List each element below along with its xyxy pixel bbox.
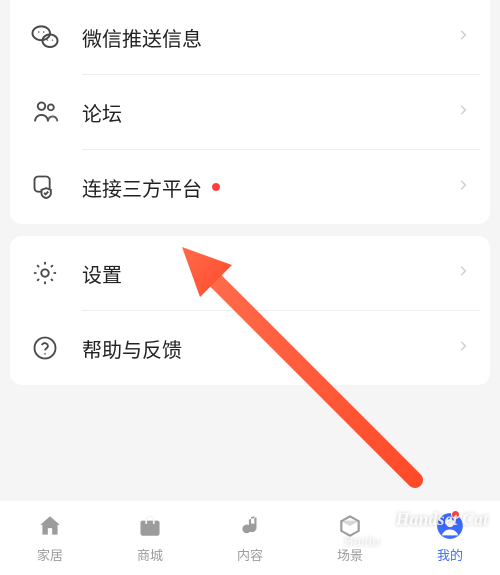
forum-icon bbox=[30, 97, 60, 127]
link-shield-icon bbox=[30, 172, 60, 202]
row-label: 论坛 bbox=[82, 98, 456, 127]
wechat-icon bbox=[30, 22, 60, 52]
tab-label: 场景 bbox=[337, 545, 363, 564]
row-label: 微信推送信息 bbox=[82, 23, 456, 52]
gear-icon bbox=[30, 258, 60, 288]
house-icon bbox=[36, 512, 64, 540]
row-settings[interactable]: 设置 bbox=[10, 236, 490, 310]
row-label: 连接三方平台 bbox=[82, 173, 202, 202]
row-help-feedback[interactable]: 帮助与反馈 bbox=[10, 311, 490, 385]
chevron-right-icon bbox=[456, 103, 470, 122]
row-label: 帮助与反馈 bbox=[82, 334, 456, 363]
chevron-right-icon bbox=[456, 339, 470, 358]
tab-store[interactable]: 商城 bbox=[136, 512, 164, 564]
row-wechat-push[interactable]: 微信推送信息 bbox=[10, 0, 490, 74]
chevron-right-icon bbox=[456, 28, 470, 47]
tab-home[interactable]: 家居 bbox=[36, 512, 64, 564]
chevron-right-icon bbox=[456, 264, 470, 283]
tab-label: 商城 bbox=[137, 545, 163, 564]
row-third-party[interactable]: 连接三方平台 bbox=[10, 150, 490, 224]
notification-dot bbox=[212, 183, 220, 191]
settings-group-2: 设置 帮助与反馈 bbox=[10, 236, 490, 385]
cube-icon bbox=[336, 512, 364, 540]
settings-group-1: 微信推送信息 论坛 连接三方平台 bbox=[10, 0, 490, 224]
row-label: 设置 bbox=[82, 259, 456, 288]
tab-content[interactable]: 内容 bbox=[236, 512, 264, 564]
tab-label: 内容 bbox=[237, 545, 263, 564]
tab-mine[interactable]: 我的 bbox=[436, 512, 464, 564]
chevron-right-icon bbox=[456, 178, 470, 197]
tab-scene[interactable]: 场景 bbox=[336, 512, 364, 564]
tab-label: 家居 bbox=[37, 545, 63, 564]
tab-label: 我的 bbox=[437, 545, 463, 564]
music-note-icon bbox=[236, 512, 264, 540]
row-forum[interactable]: 论坛 bbox=[10, 75, 490, 149]
avatar-icon bbox=[436, 512, 464, 540]
tab-bar: 家居 商城 内容 场景 我的 bbox=[0, 500, 500, 575]
help-icon bbox=[30, 333, 60, 363]
notification-dot bbox=[451, 510, 460, 519]
bag-icon bbox=[136, 512, 164, 540]
